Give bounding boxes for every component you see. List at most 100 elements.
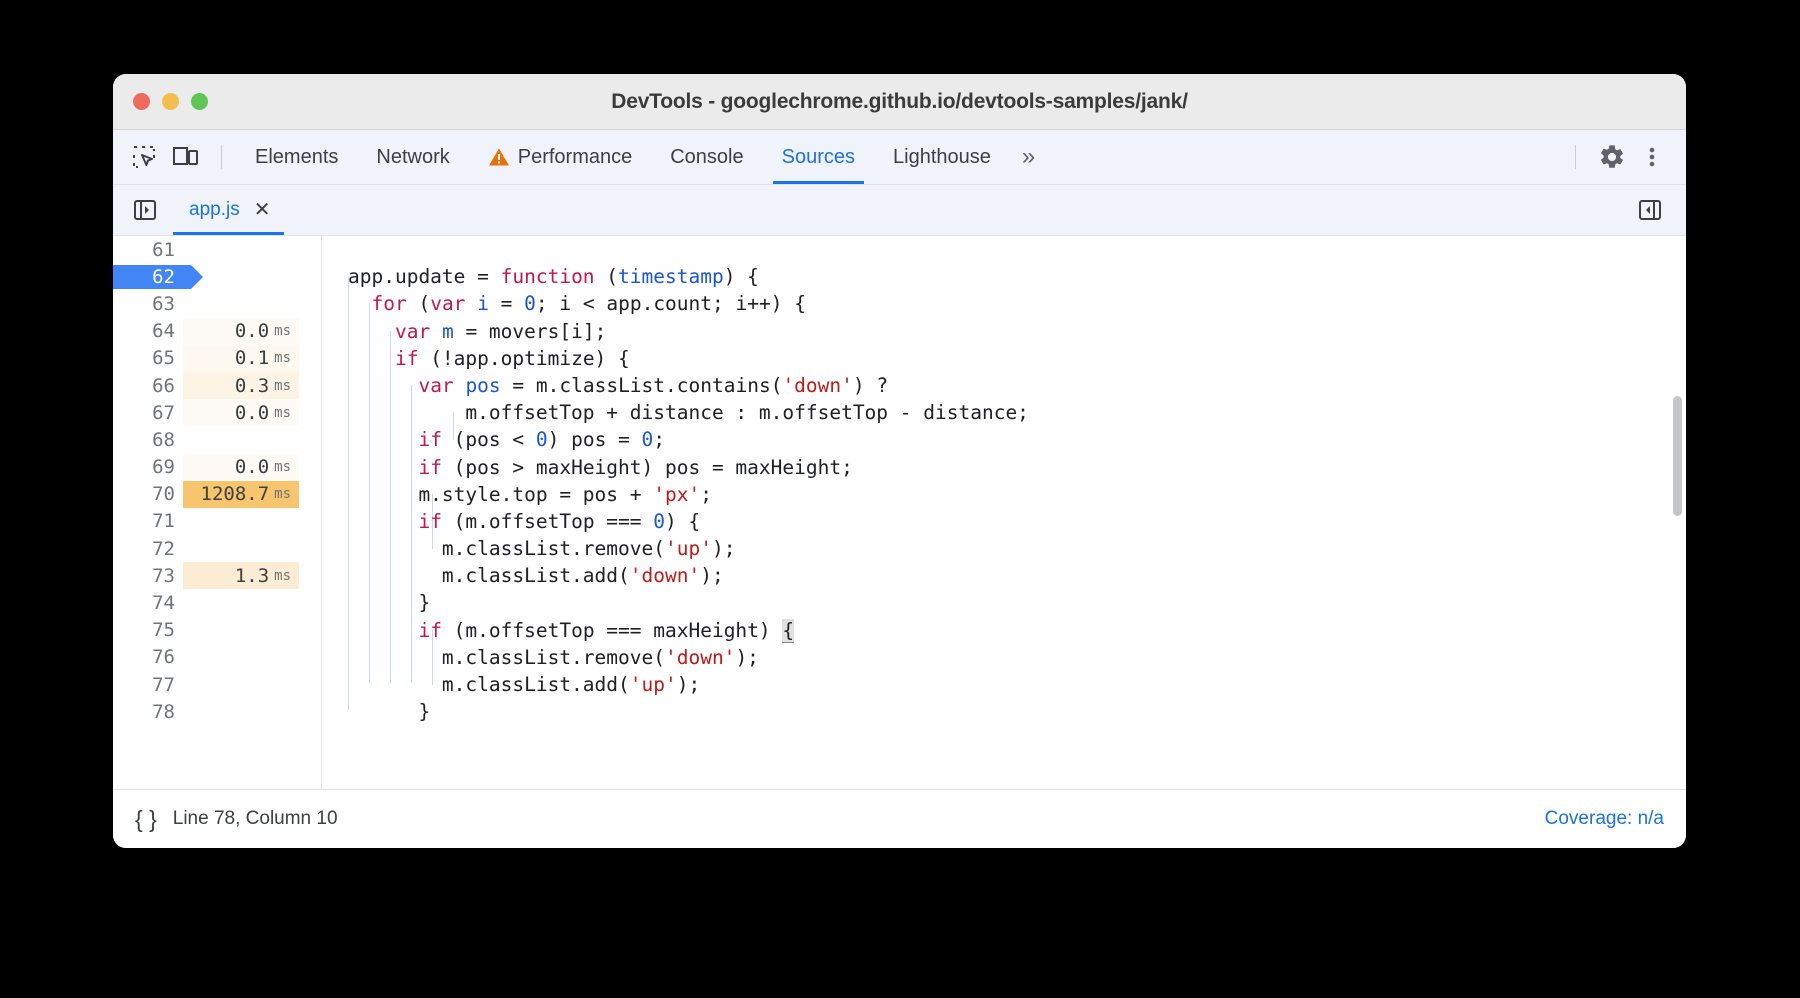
line-number[interactable]: 71 <box>113 510 183 532</box>
line-timing-unit: ms <box>274 567 291 584</box>
line-number[interactable]: 77 <box>113 674 183 696</box>
gutter-row[interactable]: 67 0.0 ms <box>113 399 321 427</box>
line-timing-unit: ms <box>274 404 291 421</box>
inspect-element-icon[interactable] <box>123 137 165 177</box>
code-line[interactable]: if (m.offsetTop === 0) { <box>348 508 1686 535</box>
line-timing-value: 1.3 <box>234 564 270 587</box>
line-number[interactable]: 63 <box>113 293 183 315</box>
code-line[interactable]: if (pos < 0) pos = 0; <box>348 426 1686 453</box>
devtools-tabbar: Elements Network Performance Console Sou… <box>113 130 1686 185</box>
line-number[interactable]: 76 <box>113 646 183 668</box>
source-editor[interactable]: 61 62 63 64 0.0 ms 65 0.1 ms 66 0.3 ms 67 0.0 ms 68 69 0.… <box>113 236 1686 789</box>
close-window-button[interactable] <box>133 93 150 110</box>
line-timing-badge <box>183 290 299 317</box>
gutter-row[interactable]: 66 0.3 ms <box>113 371 321 400</box>
gutter-row[interactable]: 65 0.1 ms <box>113 344 321 372</box>
code-line[interactable]: var pos = m.classList.contains('down') ? <box>348 372 1686 399</box>
code-line[interactable]: m.classList.remove('up'); <box>348 535 1686 562</box>
line-timing-badge <box>183 698 299 725</box>
coverage-link[interactable]: Coverage: n/a <box>1545 808 1664 830</box>
line-timing-badge: 1208.7 ms <box>183 480 299 508</box>
code-line[interactable]: m.classList.add('down'); <box>348 562 1686 589</box>
code-line[interactable]: m.offsetTop + distance : m.offsetTop - d… <box>348 399 1686 426</box>
line-timing-badge: 0.0 ms <box>183 453 299 481</box>
line-number[interactable]: 72 <box>113 538 183 560</box>
gutter-row[interactable]: 62 <box>113 263 321 290</box>
tab-console-label: Console <box>670 145 744 168</box>
gutter-row[interactable]: 72 <box>113 535 321 562</box>
tab-network[interactable]: Network <box>357 130 468 184</box>
tab-elements-label: Elements <box>255 145 339 168</box>
line-number[interactable]: 68 <box>113 429 183 451</box>
gutter-row[interactable]: 64 0.0 ms <box>113 317 321 345</box>
code-line[interactable]: m.style.top = pos + 'px'; <box>348 481 1686 508</box>
line-number[interactable]: 67 <box>113 402 183 424</box>
gutter-row[interactable]: 78 <box>113 698 321 725</box>
show-debugger-sidebar-icon[interactable] <box>1630 190 1670 230</box>
more-tabs-button[interactable]: » <box>1010 130 1047 184</box>
gutter-row[interactable]: 69 0.0 ms <box>113 453 321 481</box>
file-tab-app-js[interactable]: app.js ✕ <box>173 185 285 235</box>
line-number[interactable]: 64 <box>113 320 183 342</box>
close-icon[interactable]: ✕ <box>254 200 271 220</box>
gutter-row[interactable]: 68 <box>113 426 321 453</box>
gutter-row[interactable]: 74 <box>113 589 321 616</box>
maximize-window-button[interactable] <box>191 93 208 110</box>
line-number[interactable]: 66 <box>113 375 183 397</box>
line-timing-badge <box>183 535 299 562</box>
code-line[interactable] <box>348 236 1686 263</box>
code-line[interactable]: m.classList.remove('down'); <box>348 644 1686 671</box>
gutter-row[interactable]: 76 <box>113 644 321 671</box>
line-timing-badge: 0.3 ms <box>183 371 299 400</box>
code-line[interactable]: if (!app.optimize) { <box>348 345 1686 372</box>
gutter-row[interactable]: 75 <box>113 617 321 644</box>
editor-content-area[interactable]: app.update = function (timestamp) { for … <box>322 236 1686 789</box>
line-number[interactable]: 69 <box>113 456 183 478</box>
tab-network-label: Network <box>376 145 450 168</box>
gear-icon[interactable] <box>1592 137 1632 177</box>
minimize-window-button[interactable] <box>162 93 179 110</box>
tab-lighthouse-label: Lighthouse <box>893 145 991 168</box>
line-number[interactable]: 70 <box>113 483 183 505</box>
editor-vertical-scrollbar[interactable] <box>1673 396 1682 516</box>
code-lines[interactable]: app.update = function (timestamp) { for … <box>322 236 1686 725</box>
tab-lighthouse[interactable]: Lighthouse <box>874 130 1010 184</box>
file-tabbar-right <box>1630 185 1670 235</box>
code-line[interactable]: } <box>348 698 1686 725</box>
panel-tabs: Elements Network Performance Console Sou… <box>236 130 1047 184</box>
tab-performance[interactable]: Performance <box>469 130 652 184</box>
line-number[interactable]: 65 <box>113 347 183 369</box>
code-line[interactable]: } <box>348 589 1686 616</box>
gutter-row[interactable]: 73 1.3 ms <box>113 562 321 590</box>
code-line[interactable]: m.classList.add('up'); <box>348 671 1686 698</box>
line-number[interactable]: 75 <box>113 619 183 641</box>
line-number[interactable]: 78 <box>113 701 183 723</box>
gutter-row[interactable]: 63 <box>113 290 321 317</box>
gutter-row[interactable]: 71 <box>113 508 321 535</box>
show-navigator-icon[interactable] <box>125 190 165 230</box>
code-line[interactable]: app.update = function (timestamp) { <box>348 263 1686 290</box>
line-number[interactable]: 73 <box>113 565 183 587</box>
pretty-print-icon[interactable]: { } <box>135 806 157 833</box>
code-line[interactable]: if (pos > maxHeight) pos = maxHeight; <box>348 454 1686 481</box>
tab-performance-label: Performance <box>517 145 633 168</box>
code-line[interactable]: var m = movers[i]; <box>348 318 1686 345</box>
more-options-icon[interactable] <box>1632 137 1672 177</box>
tab-console[interactable]: Console <box>651 130 762 184</box>
tab-sources[interactable]: Sources <box>763 130 874 184</box>
tabbar-right-controls <box>1569 130 1686 184</box>
code-line[interactable]: for (var i = 0; i < app.count; i++) { <box>348 290 1686 317</box>
gutter-row[interactable]: 70 1208.7 ms <box>113 480 321 508</box>
line-number[interactable]: 62 <box>113 266 183 288</box>
line-number[interactable]: 74 <box>113 592 183 614</box>
editor-statusbar: { } Line 78, Column 10 Coverage: n/a <box>113 789 1686 848</box>
gutter-row[interactable]: 61 <box>113 236 321 263</box>
code-line[interactable]: if (m.offsetTop === maxHeight) { <box>348 617 1686 644</box>
tab-elements[interactable]: Elements <box>236 130 357 184</box>
line-timing-unit: ms <box>274 323 291 340</box>
line-number[interactable]: 61 <box>113 239 183 261</box>
device-toolbar-icon[interactable] <box>165 137 207 177</box>
line-timing-value: 0.0 <box>234 456 270 479</box>
line-timing-value: 0.0 <box>234 401 270 424</box>
gutter-row[interactable]: 77 <box>113 671 321 698</box>
